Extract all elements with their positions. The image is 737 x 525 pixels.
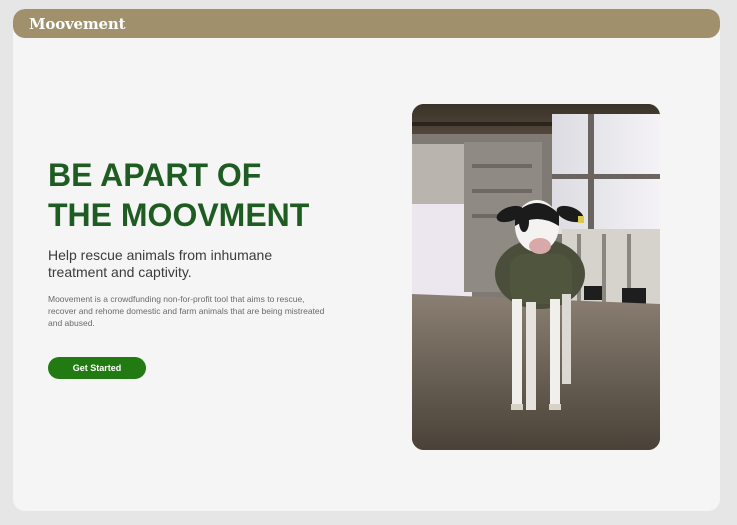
brand-logo[interactable]: Moovement	[29, 15, 126, 33]
hero-subheadline: Help rescue animals from inhumane treatm…	[48, 247, 273, 280]
hero-headline: BE APART OF THE MOOVMENT	[48, 155, 348, 235]
hero-image-calf	[412, 104, 660, 450]
get-started-button[interactable]: Get Started	[48, 357, 146, 379]
hero-description: Moovement is a crowdfunding non-for-prof…	[48, 294, 325, 328]
navbar: Moovement	[13, 9, 720, 38]
headline-line-1: BE APART OF	[48, 157, 262, 193]
landing-card: Moovement BE APART OF THE MOOVMENT Help …	[13, 9, 720, 511]
headline-line-2: THE MOOVMENT	[48, 197, 310, 233]
